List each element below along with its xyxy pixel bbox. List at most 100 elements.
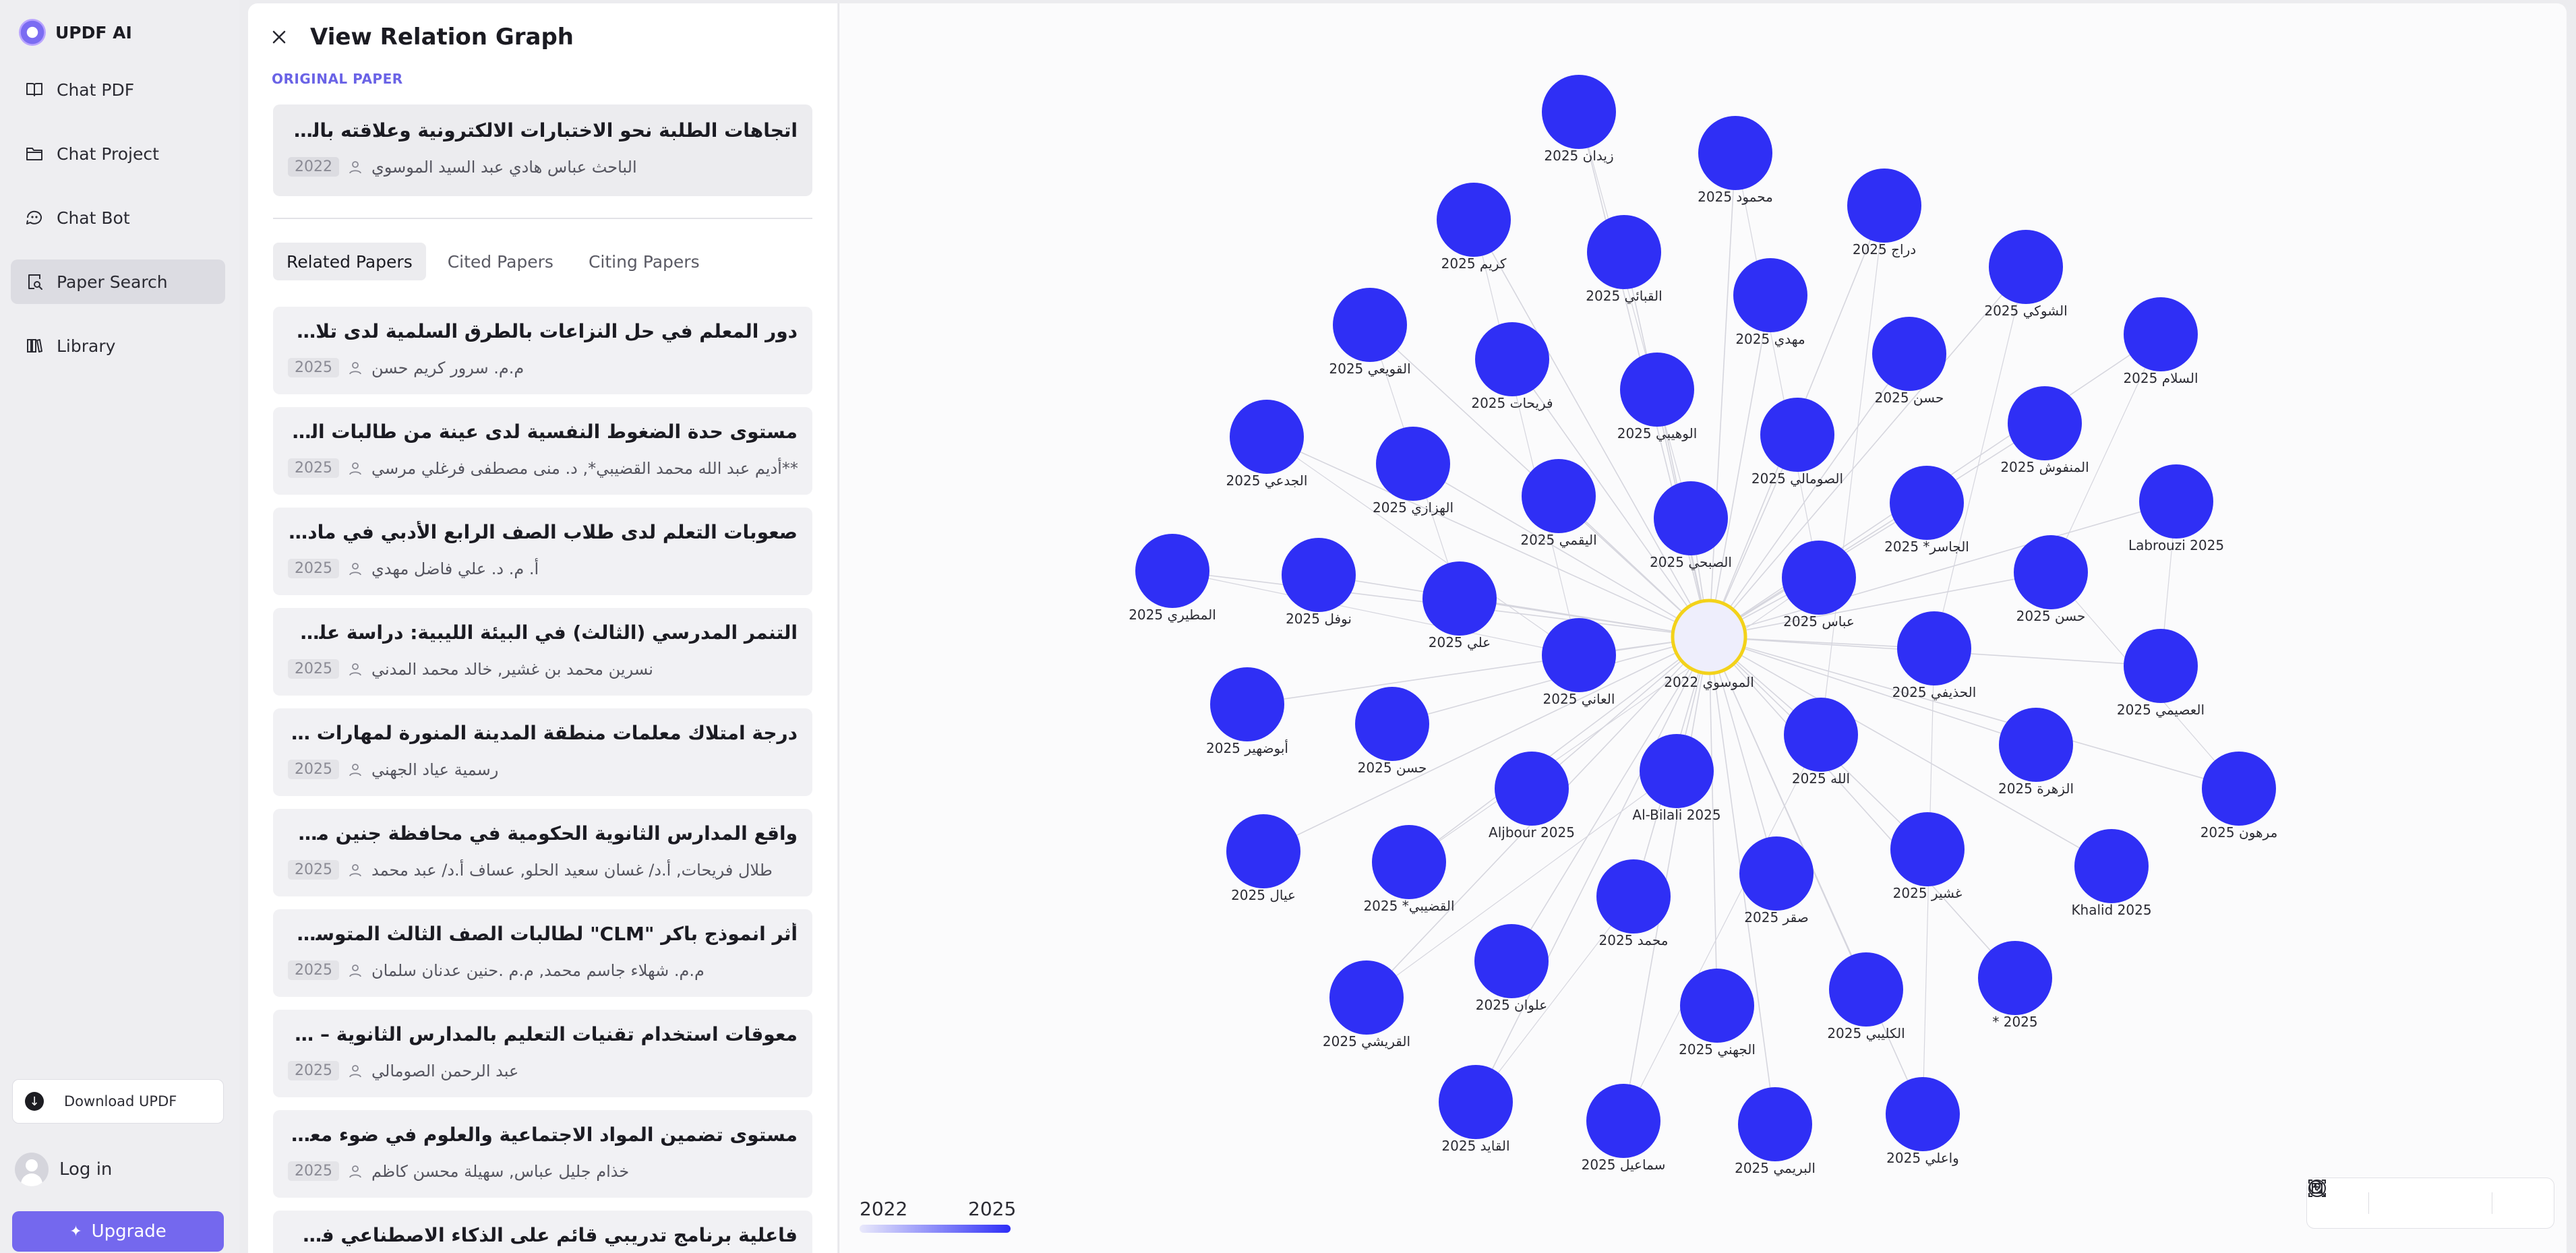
paper-node[interactable] xyxy=(1640,734,1714,808)
paper-node[interactable] xyxy=(1890,812,1965,886)
node-label: محمد 2025 xyxy=(1599,932,1669,948)
paper-node[interactable] xyxy=(1698,116,1772,190)
paper-list-item[interactable]: معوقات استخدام تقنيات التعليم بالمدارس ا… xyxy=(273,1010,812,1097)
paper-node[interactable] xyxy=(1542,75,1616,149)
paper-node[interactable] xyxy=(1135,534,1209,608)
paper-node[interactable] xyxy=(1784,698,1858,772)
paper-node[interactable] xyxy=(2014,535,2088,609)
tab-citing-papers[interactable]: Citing Papers xyxy=(575,243,713,280)
zoom-in-icon[interactable] xyxy=(2309,1180,2419,1217)
graph-nodes: زيدان 2025 محمود 2025 دراج 2025 كريم 2025 ال… xyxy=(1129,75,2277,1177)
paper-meta: 2022 الباحث عباس هادي عبد السيد الموسوي xyxy=(288,157,637,177)
help-icon[interactable] xyxy=(2308,1180,2542,1217)
paper-authors: الباحث عباس هادي عبد السيد الموسوي xyxy=(371,157,637,177)
paper-node[interactable] xyxy=(1333,288,1407,362)
updf-logo-icon xyxy=(19,19,46,46)
original-paper-card[interactable]: اتجاهات الطلبة نحو الاختبارات الالكتروني… xyxy=(273,104,812,196)
paper-list-item[interactable]: مستوى تضمين المواد الاجتماعية والعلوم في… xyxy=(273,1110,812,1198)
login-button[interactable]: Log in xyxy=(15,1153,112,1186)
zoom-out-icon[interactable] xyxy=(2309,1180,2469,1217)
paper-node[interactable] xyxy=(1620,353,1694,427)
paper-node[interactable] xyxy=(1376,427,1450,501)
node-label: القضيبي* 2025 xyxy=(1363,898,1454,915)
paper-node[interactable] xyxy=(1897,611,1971,685)
paper-node[interactable] xyxy=(1230,400,1304,474)
paper-node[interactable] xyxy=(1495,752,1569,826)
paper-node[interactable] xyxy=(1439,1065,1513,1139)
paper-node[interactable] xyxy=(1587,215,1661,289)
paper-node[interactable] xyxy=(2124,297,2198,371)
paper-node[interactable] xyxy=(1989,230,2063,304)
paper-node[interactable] xyxy=(2074,829,2149,903)
paper-node[interactable] xyxy=(2202,752,2276,826)
upgrade-button[interactable]: ✦ Upgrade xyxy=(12,1211,224,1252)
node-label: الصومالي 2025 xyxy=(1751,470,1843,487)
node-label: Aljbour 2025 xyxy=(1489,824,1575,841)
paper-node[interactable] xyxy=(1847,169,1921,243)
year-badge: 2025 xyxy=(288,358,339,377)
paper-list-item[interactable]: دور المعلم في حل النزاعات بالطرق السلمية… xyxy=(273,307,812,394)
tab-related-papers[interactable]: Related Papers xyxy=(273,243,426,280)
paper-node[interactable] xyxy=(1872,317,1946,391)
paper-list-item[interactable]: صعوبات التعلم لدى طلاب الصف الرابع الأدب… xyxy=(273,508,812,595)
paper-node[interactable] xyxy=(1596,859,1671,934)
paper-node[interactable] xyxy=(1422,561,1497,636)
relation-graph[interactable]: زيدان 2025 محمود 2025 دراج 2025 كريم 2025 ال… xyxy=(839,3,2567,1253)
paper-node[interactable] xyxy=(1739,836,1814,911)
close-icon[interactable] xyxy=(270,28,289,47)
sidebar-item-chat-project[interactable]: Chat Project xyxy=(11,131,225,176)
paper-node[interactable] xyxy=(1226,814,1300,888)
sidebar-item-chat-pdf[interactable]: Chat PDF xyxy=(11,67,225,112)
graph-canvas[interactable]: زيدان 2025 محمود 2025 دراج 2025 كريم 2025 ال… xyxy=(839,3,2567,1253)
paper-node[interactable] xyxy=(1886,1077,1960,1151)
paper-list-item[interactable]: أثر انموذج باكر "CLM" لطالبات الصف الثال… xyxy=(273,909,812,997)
paper-node[interactable] xyxy=(1978,941,2052,1015)
paper-node[interactable] xyxy=(1210,667,1284,741)
paper-node[interactable] xyxy=(1586,1084,1660,1158)
app-name: UPDF AI xyxy=(55,22,132,42)
paper-list-item[interactable]: واقع المدارس الثانوية الحكومية في محافظة… xyxy=(273,809,812,896)
paper-title: دور المعلم في حل النزاعات بالطرق السلمية… xyxy=(288,320,798,342)
original-paper-node[interactable] xyxy=(1671,599,1747,675)
paper-node[interactable] xyxy=(1654,481,1728,555)
node-label: نوفل 2025 xyxy=(1286,611,1352,627)
sidebar-item-chat-bot[interactable]: Chat Bot xyxy=(11,195,225,240)
node-label: صقر 2025 xyxy=(1744,909,1808,925)
paper-node[interactable] xyxy=(1829,952,1903,1027)
node-label: أبوضهير 2025 xyxy=(1206,739,1288,756)
paper-node[interactable] xyxy=(2139,464,2213,539)
sidebar-item-paper-search[interactable]: Paper Search xyxy=(11,259,225,304)
paper-node[interactable] xyxy=(1890,466,1964,540)
paper-node[interactable] xyxy=(1782,541,1856,615)
paper-node[interactable] xyxy=(1329,960,1404,1035)
paper-list-item[interactable]: مستوى حدة الضغوط النفسية لدى عينة من طال… xyxy=(273,407,812,495)
paper-list-item[interactable]: التنمر المدرسي (الثالث) في البيئة الليبي… xyxy=(273,608,812,696)
paper-node[interactable] xyxy=(1282,538,1356,612)
node-label: الحذيفي 2025 xyxy=(1892,684,1977,701)
person-icon xyxy=(347,460,363,477)
paper-node[interactable] xyxy=(2008,386,2082,460)
paper-node[interactable] xyxy=(1760,398,1834,472)
paper-list-item[interactable]: فاعلية برنامج تدريبي قائم على الذكاء الا… xyxy=(273,1211,812,1253)
paper-node[interactable] xyxy=(1372,825,1446,899)
node-label: عيال 2025 xyxy=(1231,887,1296,903)
paper-node[interactable] xyxy=(1999,708,2073,782)
paper-node[interactable] xyxy=(1355,687,1429,761)
node-label: الصبحي 2025 xyxy=(1650,554,1732,571)
paper-node[interactable] xyxy=(1437,183,1511,257)
paper-authors: خذام جليل عباس, سهيلة محسن كاظم xyxy=(371,1161,630,1181)
paper-node[interactable] xyxy=(1733,258,1807,332)
paper-node[interactable] xyxy=(1474,924,1549,998)
paper-node[interactable] xyxy=(1475,322,1549,396)
paper-node[interactable] xyxy=(1542,618,1616,692)
sidebar-item-library[interactable]: Library xyxy=(11,324,225,368)
brand[interactable]: UPDF AI xyxy=(19,19,132,46)
paper-authors: **أديم عبد الله محمد القضيبي*, د. منى مص… xyxy=(371,458,798,478)
paper-node[interactable] xyxy=(1680,969,1754,1043)
paper-node[interactable] xyxy=(1522,459,1596,533)
paper-node[interactable] xyxy=(2124,629,2198,703)
paper-list-item[interactable]: درجة امتلاك معلمات منطقة المدينة المنورة… xyxy=(273,708,812,796)
tab-cited-papers[interactable]: Cited Papers xyxy=(434,243,567,280)
paper-node[interactable] xyxy=(1738,1087,1812,1161)
download-updf-button[interactable]: ↓ Download UPDF xyxy=(12,1079,224,1124)
